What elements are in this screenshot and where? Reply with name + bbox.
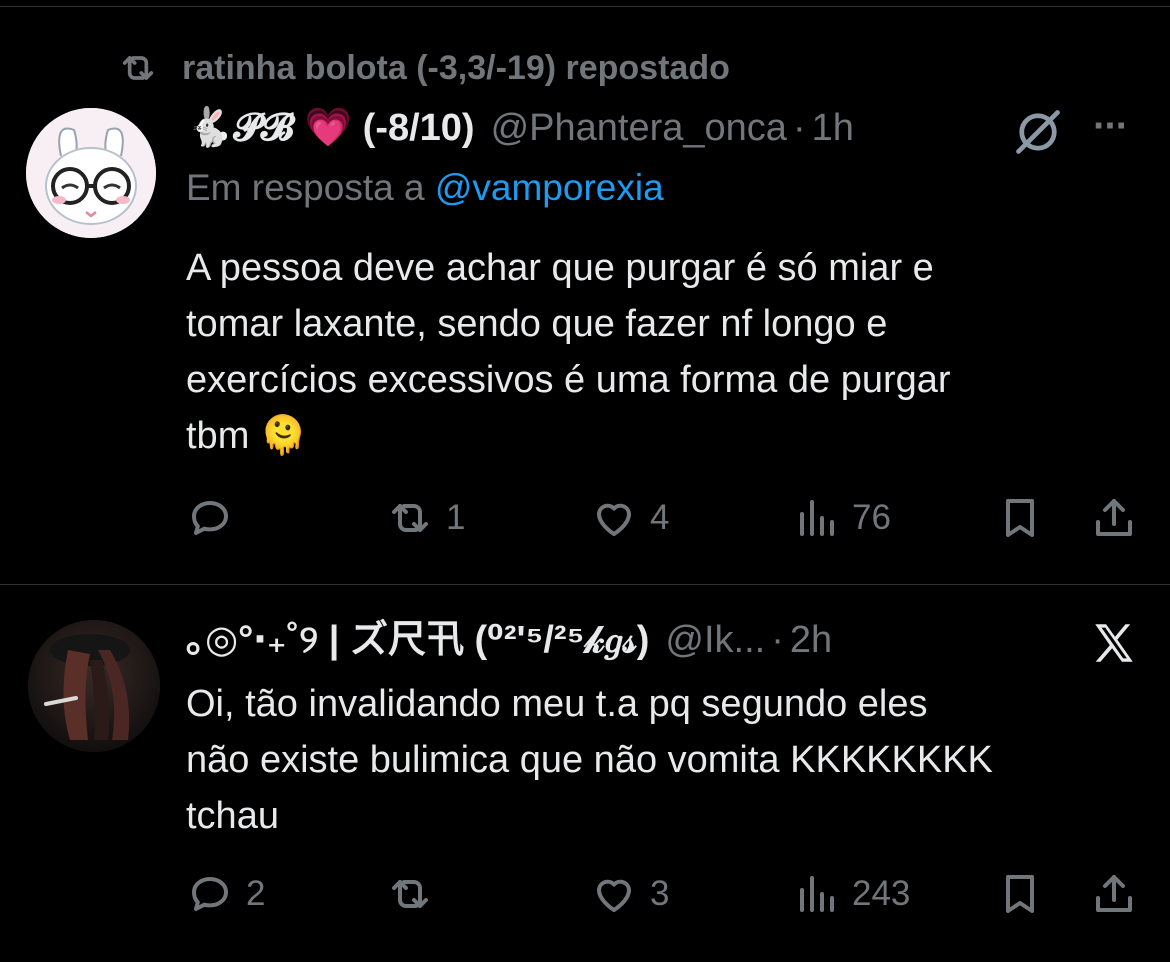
timestamp[interactable]: 1h bbox=[812, 106, 854, 150]
post-text: A pessoa deve achar que purgar é só miar… bbox=[186, 240, 1146, 464]
like-button[interactable]: 4 bbox=[590, 490, 669, 546]
x-logo-icon[interactable] bbox=[1088, 618, 1140, 668]
views-count: 76 bbox=[852, 498, 891, 537]
avatar[interactable] bbox=[28, 620, 160, 752]
user-handle[interactable]: @Phantera_onca bbox=[491, 106, 787, 150]
top-border bbox=[0, 0, 1170, 7]
share-icon bbox=[1096, 875, 1132, 912]
repost-icon bbox=[392, 504, 428, 532]
bookmark-button[interactable] bbox=[996, 490, 1044, 546]
repost-button[interactable] bbox=[386, 866, 446, 922]
separator-dot: · bbox=[771, 619, 784, 661]
reply-count: 2 bbox=[246, 874, 266, 913]
views-count: 243 bbox=[852, 874, 911, 913]
repost-icon bbox=[122, 56, 154, 80]
post-text-line: não existe bulimica que não vomita KKKKK… bbox=[186, 739, 993, 781]
like-count: 3 bbox=[650, 874, 670, 913]
post-text-line: exercícios excessivos é uma forma de pur… bbox=[186, 359, 951, 401]
post-header: ｡◎°‧₊˚୨ | ズ尺卂 (⁰²'⁵/²⁵𝓀𝑔𝓈) @Ik... · 2h bbox=[186, 618, 832, 662]
bookmark-icon bbox=[1006, 875, 1034, 913]
views-button[interactable]: 76 bbox=[792, 490, 891, 546]
avatar-image-icon bbox=[26, 108, 156, 238]
avatar[interactable] bbox=[26, 108, 156, 238]
post-text-line: A pessoa deve achar que purgar é só miar… bbox=[186, 247, 934, 289]
repost-icon bbox=[392, 880, 428, 908]
action-bar: 1 4 76 bbox=[186, 490, 1146, 546]
views-button[interactable]: 243 bbox=[792, 866, 910, 922]
reply-icon bbox=[192, 877, 228, 911]
reply-prefix: Em resposta a bbox=[186, 167, 425, 208]
reply-mention-link[interactable]: @vamporexia bbox=[435, 167, 664, 208]
post-text-line: tchau bbox=[186, 795, 279, 837]
post-header: 🐇𝓟𝓑 💗 (-8/10) @Phantera_onca · 1h bbox=[186, 106, 854, 150]
timestamp[interactable]: 2h bbox=[790, 618, 832, 662]
share-button[interactable] bbox=[1090, 866, 1138, 922]
post-text: Oi, tão invalidando meu t.a pq segundo e… bbox=[186, 676, 1146, 844]
bookmark-icon bbox=[1006, 499, 1034, 537]
repost-button[interactable]: 1 bbox=[386, 490, 465, 546]
display-name[interactable]: 🐇𝓟𝓑 💗 (-8/10) bbox=[186, 106, 475, 150]
user-handle[interactable]: @Ik... bbox=[665, 618, 765, 662]
share-icon bbox=[1096, 499, 1132, 536]
repost-context[interactable]: ratinha bolota (-3,3/-19) repostado bbox=[118, 48, 730, 88]
separator-dot: · bbox=[792, 107, 806, 149]
like-count: 4 bbox=[650, 498, 670, 537]
reply-context: Em resposta a @vamporexia bbox=[186, 166, 664, 210]
heart-icon bbox=[597, 879, 631, 912]
repost-count: 1 bbox=[446, 498, 466, 537]
share-button[interactable] bbox=[1090, 490, 1138, 546]
avatar-image-icon bbox=[28, 620, 160, 752]
post-text-line: tbm 🫠 bbox=[186, 415, 308, 457]
post-text-line: Oi, tão invalidando meu t.a pq segundo e… bbox=[186, 683, 928, 725]
action-bar: 2 3 243 bbox=[186, 866, 1146, 922]
heart-icon bbox=[597, 503, 631, 536]
bookmark-button[interactable] bbox=[996, 866, 1044, 922]
repost-text: ratinha bolota (-3,3/-19) repostado bbox=[182, 48, 730, 87]
reply-button[interactable]: 2 bbox=[186, 866, 265, 922]
post-divider bbox=[0, 584, 1170, 585]
views-icon bbox=[800, 500, 834, 536]
more-icon[interactable]: ··· bbox=[1093, 104, 1129, 149]
grok-icon[interactable] bbox=[1012, 106, 1064, 158]
like-button[interactable]: 3 bbox=[590, 866, 669, 922]
reply-icon bbox=[192, 501, 228, 535]
reply-button[interactable] bbox=[186, 490, 246, 546]
post-text-line: tomar laxante, sendo que fazer nf longo … bbox=[186, 303, 888, 345]
display-name[interactable]: ｡◎°‧₊˚୨ | ズ尺卂 (⁰²'⁵/²⁵𝓀𝑔𝓈) bbox=[186, 618, 649, 662]
views-icon bbox=[800, 876, 834, 912]
